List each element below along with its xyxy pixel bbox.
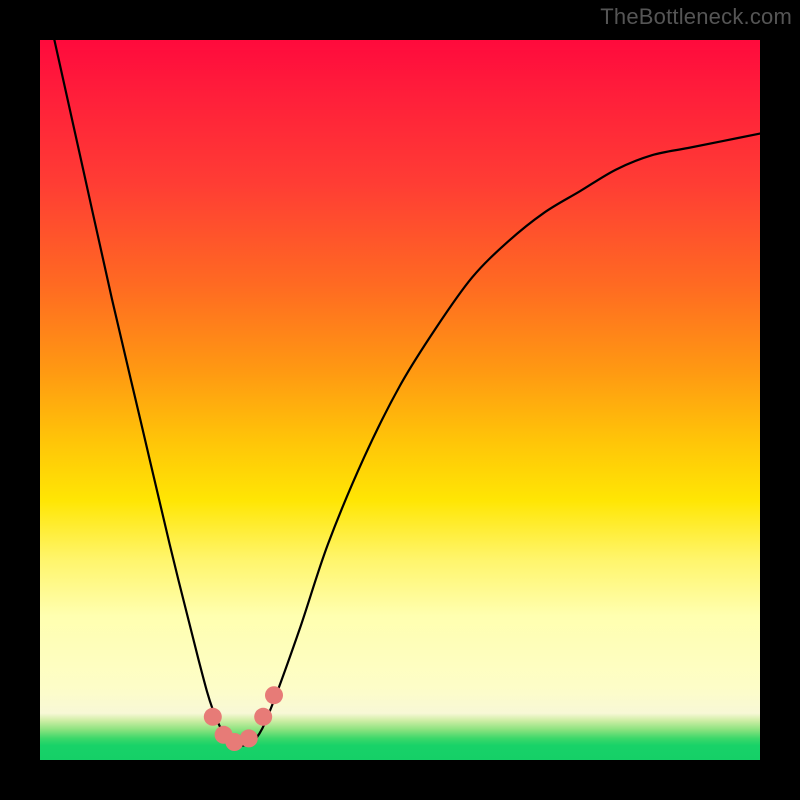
sweet-spot-marker — [240, 729, 258, 747]
sweet-spot-marker — [254, 708, 272, 726]
attribution-text: TheBottleneck.com — [600, 4, 792, 30]
bottleneck-curve — [54, 40, 760, 746]
chart-frame: TheBottleneck.com — [0, 0, 800, 800]
chart-overlay-svg — [40, 40, 760, 760]
sweet-spot-marker — [204, 708, 222, 726]
sweet-spot-markers — [204, 686, 283, 751]
sweet-spot-marker — [265, 686, 283, 704]
